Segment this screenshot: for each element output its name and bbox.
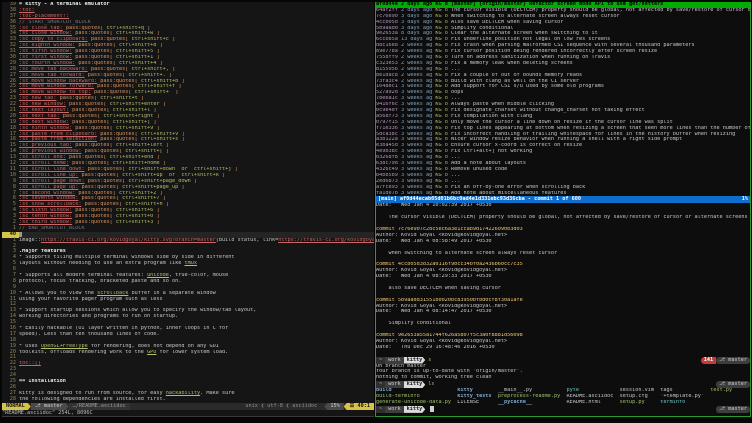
shell-prompt[interactable]: ~workkitty ⎇ master [376, 406, 750, 413]
git-branch-badge: ⎇ master [716, 406, 750, 413]
shell-command: ls [425, 381, 434, 388]
statusline-fileformat: unix ❮ utf-8 ❮ asciidoc [241, 403, 324, 410]
right-prompt: ⎇ master [716, 381, 750, 388]
git-branch-badge: ⎇ master [716, 357, 750, 364]
exit-code-badge: 141 [701, 357, 716, 364]
branch-icon: ⎇ [35, 403, 41, 409]
commit-details: Date: Wed Jan 4 10:02:39 2017 +0530 The … [376, 203, 750, 356]
kitty-terminal-window: 39= kitty - A terminal emulator38:toc:37… [0, 0, 752, 423]
vim-cursor [19, 232, 22, 237]
ref-labels: [master] {origin/master} [451, 2, 529, 7]
shell-cursor[interactable] [430, 406, 434, 412]
shell-prompt[interactable]: ~workkittys 141⎇ master [376, 357, 750, 364]
prompt-path-segment: ~ [376, 357, 385, 364]
vim-statusline: NORMAL ⎇ master …/README.asciidoc unix ❮… [2, 403, 374, 410]
vim-command-line: "README.asciidoc" 254L, 8096C [2, 410, 374, 416]
vim-mode-indicator: NORMAL [2, 403, 31, 410]
prompt-path-segment: kitty [404, 357, 426, 364]
prompt-path-segment: ~ [376, 406, 385, 413]
statusline-filename: …/README.asciidoc [69, 403, 130, 410]
prompt-path-segment: kitty [404, 406, 426, 413]
git-branch-badge: ⎇ master [716, 381, 750, 388]
git-branch-segment: ⎇ master [31, 403, 69, 410]
shell-prompt[interactable]: ~workkittyls ⎇ master [376, 381, 750, 388]
gitlog-statusbar-text: [main] af0d44ecab05d01b6bc0ad4e1d331ebc9… [378, 196, 581, 203]
right-prompt: 141⎇ master [701, 357, 750, 364]
right-prompt: ⎇ master [716, 406, 750, 413]
shell-command [425, 406, 428, 413]
shell-command: s [425, 357, 431, 364]
statusline-scroll-percent: 15% [324, 403, 343, 410]
statusline-cursor-position: ☰ 40:1 [344, 403, 374, 410]
right-pane: af0d44e 2 days ago KG o [master] {origin… [375, 2, 751, 417]
detail-line: The cursor visible (DECTCEM) property sh… [376, 215, 750, 221]
editor-buffer: 39= kitty - A terminal emulator38:toc:37… [2, 2, 374, 403]
vim-editor-pane[interactable]: 39= kitty - A terminal emulator38:toc:37… [2, 2, 374, 417]
prompt-path-segment: kitty [404, 381, 426, 388]
git-commit-list: af0d44e 2 days ago KG o [master] {origin… [376, 2, 750, 196]
lines-icon: ☰ [350, 403, 355, 409]
editor-line: 28the following dependencies are install… [2, 397, 374, 403]
gitlog-statusbar: [main] af0d44ecab05d01b6bc0ad4e1d331ebc9… [376, 196, 750, 203]
gitlog-scroll-percent: 1% [742, 196, 748, 203]
shell-pane[interactable]: ~workkittys141⎇ masterOn branch masterYo… [376, 357, 750, 413]
prompt-path-segment: work [385, 406, 404, 413]
prompt-path-segment: ~ [376, 381, 385, 388]
prompt-path-segment: work [385, 357, 404, 364]
prompt-path-segment: work [385, 381, 404, 388]
